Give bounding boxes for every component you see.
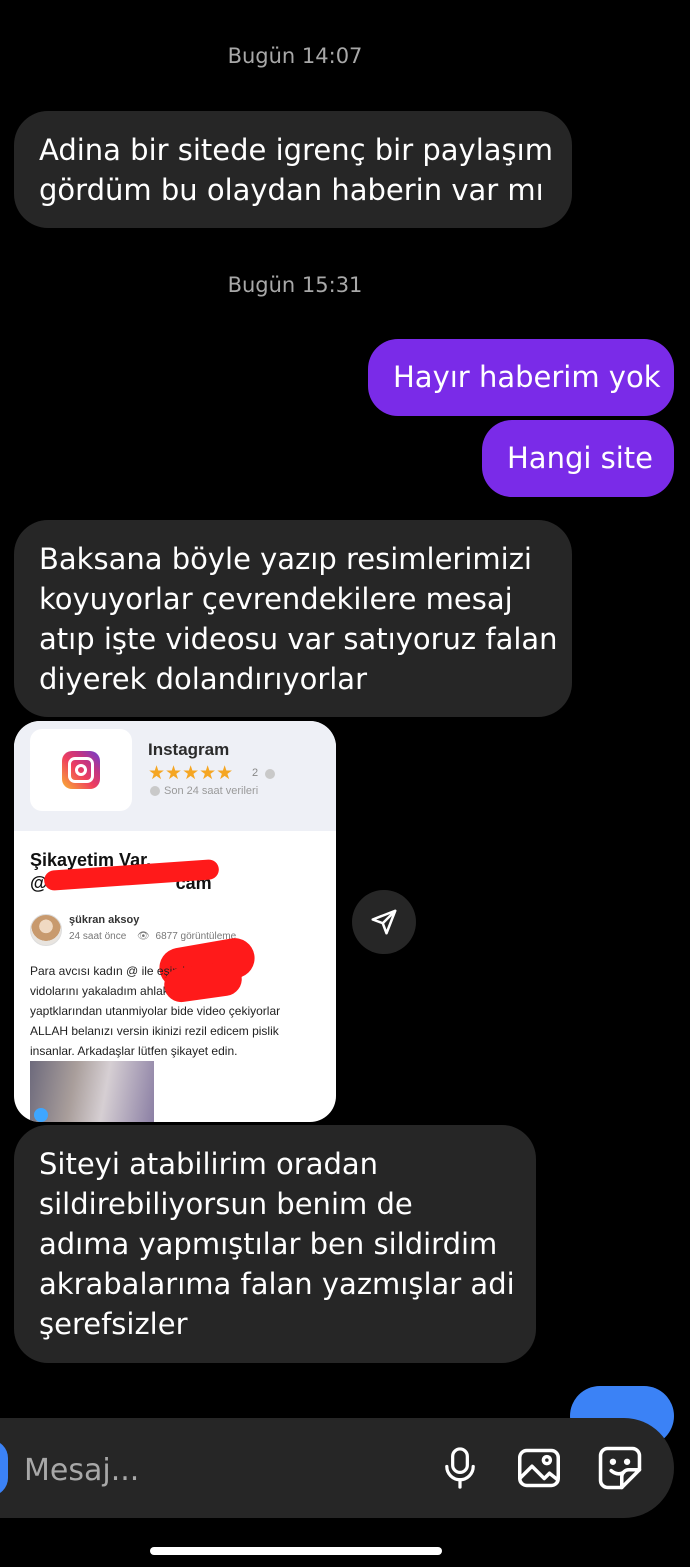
site-name: Instagram bbox=[148, 740, 230, 759]
message-line: koyuyorlar çevrendekilere mesaj bbox=[39, 582, 513, 616]
instagram-logo-tile bbox=[30, 729, 132, 811]
sticker-icon bbox=[598, 1446, 642, 1490]
message-line: gördüm bu olaydan haberin var mı bbox=[39, 173, 544, 207]
stats-note: Son 24 saat verileri bbox=[164, 785, 259, 797]
message-line: adıma yapmıştılar ben sildirdim bbox=[39, 1227, 498, 1261]
message-line: diyerek dolandırıyorlar bbox=[39, 662, 367, 696]
post-body-line: insanlar. Arkadaşlar lütfen şikayet edin… bbox=[30, 1044, 238, 1058]
rating-count: 2 bbox=[252, 767, 259, 779]
info-icon bbox=[150, 786, 160, 796]
shared-post-card[interactable]: Instagram ★★★★★ 2 Son 24 saat verileri Ş… bbox=[14, 721, 336, 1122]
outgoing-message[interactable]: Hangi site bbox=[482, 420, 674, 497]
post-meta: 24 saat önce 👁 6877 görüntüleme bbox=[69, 931, 236, 942]
mic-icon bbox=[445, 1447, 475, 1489]
message-line: akrabalarıma falan yazmışlar adi bbox=[39, 1267, 515, 1301]
outgoing-message[interactable]: Hayır haberim yok bbox=[368, 339, 674, 416]
post-body-line: yaptklarından utanmiyolar bide video çek… bbox=[30, 1004, 281, 1018]
instagram-icon bbox=[62, 751, 100, 789]
play-icon bbox=[34, 1108, 48, 1122]
card-header: Instagram ★★★★★ 2 Son 24 saat verileri bbox=[14, 721, 336, 831]
gallery-icon bbox=[518, 1448, 560, 1488]
message-line: Hayır haberim yok bbox=[393, 360, 661, 394]
info-icon bbox=[265, 769, 275, 779]
gallery-button[interactable] bbox=[513, 1440, 565, 1496]
post-body-line: ALLAH belanızı versin ikinizi rezil edic… bbox=[30, 1024, 279, 1038]
rating-stars: ★★★★★ bbox=[148, 763, 234, 784]
message-line: atıp işte videosu var satıyoruz falan bbox=[39, 622, 558, 656]
incoming-message[interactable]: Adina bir sitede igrenç bir paylaşım gör… bbox=[14, 111, 572, 228]
message-line: Baksana böyle yazıp resimlerimizi bbox=[39, 542, 532, 576]
timestamp: Bugün 14:07 bbox=[227, 44, 363, 68]
timestamp: Bugün 15:31 bbox=[227, 273, 363, 297]
eye-icon: 👁 bbox=[137, 931, 150, 942]
author-name: şükran aksoy bbox=[69, 914, 140, 926]
mic-button[interactable] bbox=[434, 1440, 486, 1496]
post-thumbnail bbox=[30, 1061, 154, 1122]
home-indicator[interactable] bbox=[150, 1547, 442, 1555]
send-icon bbox=[371, 909, 397, 935]
message-line: sildirebiliyorsun benim de bbox=[39, 1187, 413, 1221]
message-line: şerefsizler bbox=[39, 1307, 188, 1341]
share-button[interactable] bbox=[352, 890, 416, 954]
incoming-message[interactable]: Baksana böyle yazıp resimlerimizi koyuyo… bbox=[14, 520, 572, 717]
incoming-message[interactable]: Siteyi atabilirim oradan sildirebiliyors… bbox=[14, 1125, 536, 1363]
message-line: Siteyi atabilirim oradan bbox=[39, 1147, 379, 1181]
sticker-button[interactable] bbox=[594, 1440, 646, 1496]
message-line: Hangi site bbox=[507, 441, 654, 475]
message-line: Adina bir sitede igrenç bir paylaşım bbox=[39, 133, 553, 167]
avatar bbox=[30, 914, 62, 946]
message-input[interactable] bbox=[24, 1446, 404, 1494]
post-time: 24 saat önce bbox=[69, 931, 127, 942]
